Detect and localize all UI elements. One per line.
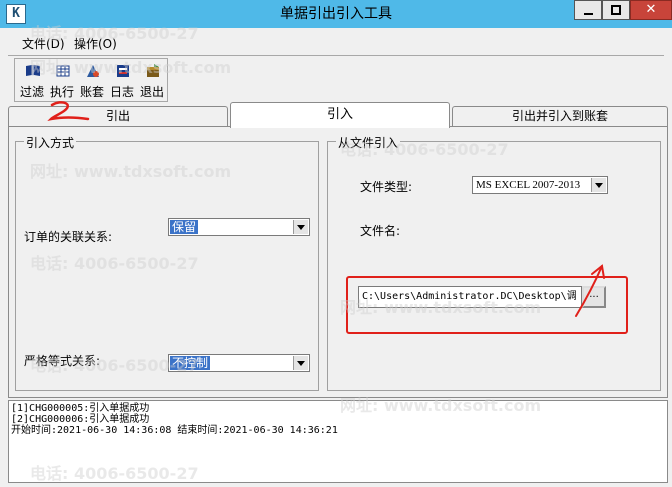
exit-label: 退出 [139, 85, 164, 99]
import-tab-panel: 引入方式 订单的关联关系: 保留 严格等式关系: 不控制 从文件引入 文件类型:… [8, 126, 668, 398]
menu-divider [8, 55, 664, 56]
strict-relation-dropdown-button[interactable] [293, 356, 308, 370]
log-line: [2]CHG000006:引入单据成功 [11, 414, 150, 425]
log-line: 开始时间:2021-06-30 14:36:08 结束时间:2021-06-30… [11, 425, 338, 436]
maximize-button[interactable] [602, 0, 630, 20]
filter-book-icon [26, 65, 40, 76]
from-file-title: 从文件引入 [336, 134, 401, 151]
log-line: [1]CHG000005:引入单据成功 [11, 403, 150, 414]
from-file-group: 从文件引入 文件类型: MS EXCEL 2007-2013 文件名: C:\U… [327, 134, 661, 391]
account-set-icon [87, 65, 99, 77]
strict-relation-select[interactable]: 不控制 [168, 354, 310, 372]
window-client: 文件(D) 操作(O) 过滤 执行 账套 日志 退出 引出 引入 引出并引入到账… [0, 28, 672, 487]
toolbar: 过滤 执行 账套 日志 退出 [14, 58, 168, 102]
log-button[interactable]: 日志 [107, 61, 137, 101]
tab-export-and-import[interactable]: 引出并引入到账套 [452, 106, 668, 126]
tab-strip: 引出 引入 引出并引入到账套 [8, 102, 668, 128]
order-relation-label: 订单的关联关系: [24, 230, 113, 244]
maximize-icon [611, 5, 621, 15]
strict-relation-value: 不控制 [170, 356, 211, 370]
minimize-button[interactable] [574, 0, 602, 20]
execute-button[interactable]: 执行 [47, 61, 77, 101]
menu-operate[interactable]: 操作(O) [74, 35, 117, 52]
account-set-button[interactable]: 账套 [77, 61, 107, 101]
chevron-down-icon [297, 361, 305, 366]
window-title: 单据引出引入工具 [280, 6, 392, 22]
annotation-highlight-box [346, 276, 628, 334]
minimize-icon [584, 13, 593, 15]
order-relation-dropdown-button[interactable] [293, 220, 308, 234]
log-icon [117, 65, 129, 77]
exit-icon [147, 64, 159, 77]
file-type-value: MS EXCEL 2007-2013 [476, 179, 581, 191]
exit-button[interactable]: 退出 [137, 61, 167, 101]
import-method-title: 引入方式 [24, 134, 77, 151]
execute-grid-icon [56, 65, 70, 77]
order-relation-value: 保留 [170, 220, 199, 234]
tab-import[interactable]: 引入 [230, 102, 450, 128]
close-icon: ✕ [645, 2, 657, 17]
tab-export[interactable]: 引出 [8, 106, 228, 126]
account-set-label: 账套 [79, 85, 104, 99]
log-output[interactable]: [1]CHG000005:引入单据成功 [2]CHG000006:引入单据成功 … [8, 400, 668, 483]
strict-relation-label: 严格等式关系: [24, 354, 101, 368]
execute-label: 执行 [49, 85, 74, 99]
log-label: 日志 [109, 85, 134, 99]
file-name-label: 文件名: [360, 224, 401, 238]
file-type-label: 文件类型: [360, 180, 413, 194]
close-button[interactable]: ✕ [630, 0, 672, 20]
chevron-down-icon [595, 183, 603, 188]
chevron-down-icon [297, 225, 305, 230]
filter-button[interactable]: 过滤 [17, 61, 47, 101]
file-type-select[interactable]: MS EXCEL 2007-2013 [472, 176, 608, 194]
filter-label: 过滤 [19, 85, 44, 99]
order-relation-select[interactable]: 保留 [168, 218, 310, 236]
menu-file[interactable]: 文件(D) [22, 35, 65, 52]
title-bar[interactable]: K 单据引出引入工具 ✕ [0, 0, 672, 28]
file-type-dropdown-button[interactable] [591, 178, 606, 192]
import-method-group: 引入方式 订单的关联关系: 保留 严格等式关系: 不控制 [15, 134, 319, 391]
